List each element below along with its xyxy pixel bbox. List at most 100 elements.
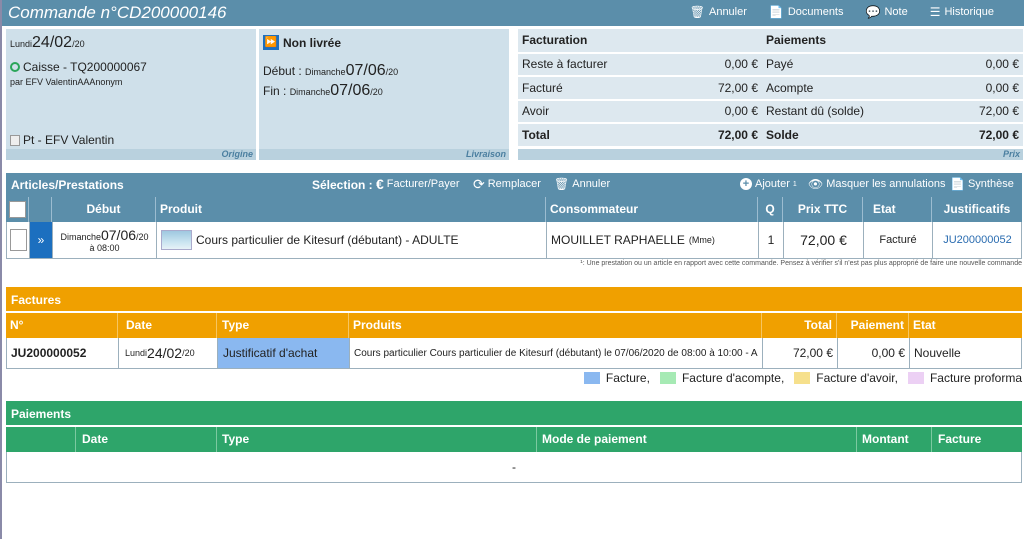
historique-button[interactable]: ☰ Historique [930, 6, 994, 18]
row-quantity: 1 [759, 222, 784, 258]
row-etat: Facturé [864, 222, 933, 258]
origine-footer: Origine [6, 149, 256, 160]
delivery-end: Fin : Dimanche07/06/20 [263, 82, 383, 99]
col-pay-facture[interactable]: Facture [932, 427, 1022, 452]
document-icon: 📄 [768, 5, 784, 19]
refresh-icon: ⟳ [473, 176, 485, 192]
eye-slash-icon: 👁 [808, 177, 824, 191]
col-total[interactable]: Total [762, 313, 837, 338]
col-pay-type[interactable]: Type [217, 427, 537, 452]
col-consommateur[interactable]: Consommateur [546, 197, 758, 222]
seller-name: par EFV ValentinAAAnonym [10, 77, 123, 87]
articles-footnote: ¹: Une prestation ou un article en rappo… [580, 260, 1022, 267]
col-q[interactable]: Q [758, 197, 783, 222]
col-facture-etat[interactable]: Etat [909, 313, 1022, 338]
col-type[interactable]: Type [217, 313, 349, 338]
facture-date: Lundi 24/02/20 [119, 338, 218, 368]
legend-swatch [659, 372, 676, 384]
selection-label: Sélection : [312, 178, 373, 192]
paiements-columns: Date Type Mode de paiement Montant Factu… [6, 427, 1022, 452]
billing-row: Facturé 72,00 € Acompte 0,00 € [518, 76, 1023, 101]
facture-etat: Nouvelle [914, 346, 961, 360]
articles-columns: Début Produit Consommateur Q Prix TTC Et… [6, 197, 1022, 222]
ajouter-button[interactable]: + Ajouter 1 [740, 178, 797, 190]
col-date[interactable]: Date [118, 313, 217, 338]
plus-circle-icon: + [740, 178, 752, 190]
facture-number[interactable]: JU200000052 [7, 338, 119, 368]
col-produits[interactable]: Produits [349, 313, 762, 338]
billing-row: Avoir 0,00 € Restant dû (solde) 72,00 € [518, 99, 1023, 124]
legend-item: Facture d'acompte, [659, 371, 784, 385]
facture-legend: Facture, Facture d'acompte, Facture d'av… [583, 371, 1022, 385]
col-etat[interactable]: Etat [863, 197, 932, 222]
facture-total: 72,00 € [763, 338, 838, 368]
trash-icon: 🗑 [689, 5, 705, 19]
factures-columns: N° Date Type Produits Total Paiement Eta… [6, 313, 1022, 338]
legend-swatch [583, 372, 600, 384]
caisse-line[interactable]: Caisse - TQ200000067 [10, 60, 147, 74]
livraison-footer: Livraison [259, 149, 509, 160]
synthese-button[interactable]: 📄 Synthèse [950, 178, 1014, 190]
billing-table: Facturation Paiements Reste à facturer 0… [518, 29, 1023, 148]
table-row[interactable]: » Dimanche07/06/20 à 08:00 Cours particu… [6, 222, 1022, 259]
select-all-checkbox[interactable] [9, 201, 26, 218]
factures-title: Factures [11, 293, 62, 307]
legend-swatch [794, 372, 811, 384]
point-of-sale: Pt - EFV Valentin [10, 133, 114, 147]
row-produit: Cours particulier de Kitesurf (débutant)… [157, 222, 547, 258]
row-prix: 72,00 € [784, 222, 864, 258]
delivery-start: Début : Dimanche07/06/20 [263, 62, 399, 79]
annuler-selection-button[interactable]: 🗑 Annuler [554, 178, 610, 190]
paiements-summary-title: Paiements [762, 29, 870, 54]
col-paiement[interactable]: Paiement [837, 313, 909, 338]
legend-swatch [907, 372, 924, 384]
billing-total-row: Total 72,00 € Solde 72,00 € [518, 123, 1023, 148]
target-icon [10, 62, 20, 72]
fast-forward-icon: ⏩ [263, 35, 279, 50]
masquer-annulations-button[interactable]: 👁 Masquer les annulations [808, 178, 945, 190]
comment-icon: 💬 [865, 5, 881, 19]
billing-header-row: Facturation Paiements [518, 29, 1023, 54]
legend-item: Facture proforma [907, 371, 1022, 385]
col-debut[interactable]: Début [52, 197, 156, 222]
row-checkbox[interactable] [9, 229, 27, 251]
header-actions: 🗑 Annuler 📄 Documents 💬 Note ☰ Historique [690, 6, 994, 18]
col-pay-montant[interactable]: Montant [857, 427, 932, 452]
billing-row: Reste à facturer 0,00 € Payé 0,00 € [518, 52, 1023, 77]
remplacer-button[interactable]: ⟳ Remplacer [473, 177, 541, 191]
note-button[interactable]: 💬 Note [866, 6, 908, 18]
product-thumbnail [161, 230, 192, 250]
cancel-order-button[interactable]: 🗑 Annuler [690, 6, 747, 18]
factures-header: Factures [6, 287, 1022, 311]
col-justificatifs[interactable]: Justificatifs [932, 197, 1022, 222]
empty-row: - [6, 452, 1022, 483]
paiements-header: Paiements [6, 401, 1022, 425]
col-num[interactable]: N° [6, 313, 118, 338]
billing-summary: Facturation Paiements Reste à facturer 0… [518, 29, 1023, 160]
justificatif-link[interactable]: JU200000052 [933, 222, 1022, 258]
col-pay-date[interactable]: Date [76, 427, 217, 452]
facturer-button[interactable]: € Facturer/Payer [376, 177, 460, 191]
prix-footer: Prix [518, 149, 1023, 160]
select-all-cell [6, 197, 29, 222]
page-title: Commande n°CD200000146 [8, 3, 227, 22]
table-row[interactable]: JU200000052 Lundi 24/02/20 Justificatif d… [6, 338, 1022, 369]
trash-icon: 🗑 [554, 177, 570, 191]
facture-paiement: 0,00 € [838, 338, 910, 368]
col-pay-mode[interactable]: Mode de paiement [537, 427, 857, 452]
facturation-title: Facturation [518, 29, 626, 54]
row-debut: Dimanche07/06/20 à 08:00 [53, 222, 157, 258]
euro-icon: € [376, 176, 384, 192]
facture-type: Justificatif d'achat [218, 338, 350, 368]
legend-item: Facture, [583, 371, 650, 385]
document-icon: 📄 [950, 177, 965, 191]
facture-produits: Cours particulier Cours particulier de K… [350, 338, 763, 368]
col-prix[interactable]: Prix TTC [783, 197, 863, 222]
legend-item: Facture d'avoir, [794, 371, 898, 385]
col-produit[interactable]: Produit [156, 197, 546, 222]
list-icon: ☰ [929, 5, 941, 19]
documents-button[interactable]: 📄 Documents [769, 6, 844, 18]
origine-panel: Lundi24/02/20 Caisse - TQ200000067 par E… [6, 29, 256, 160]
articles-header: Articles/Prestations Sélection : € Factur… [6, 173, 1022, 197]
expand-icon[interactable]: » [30, 222, 53, 258]
